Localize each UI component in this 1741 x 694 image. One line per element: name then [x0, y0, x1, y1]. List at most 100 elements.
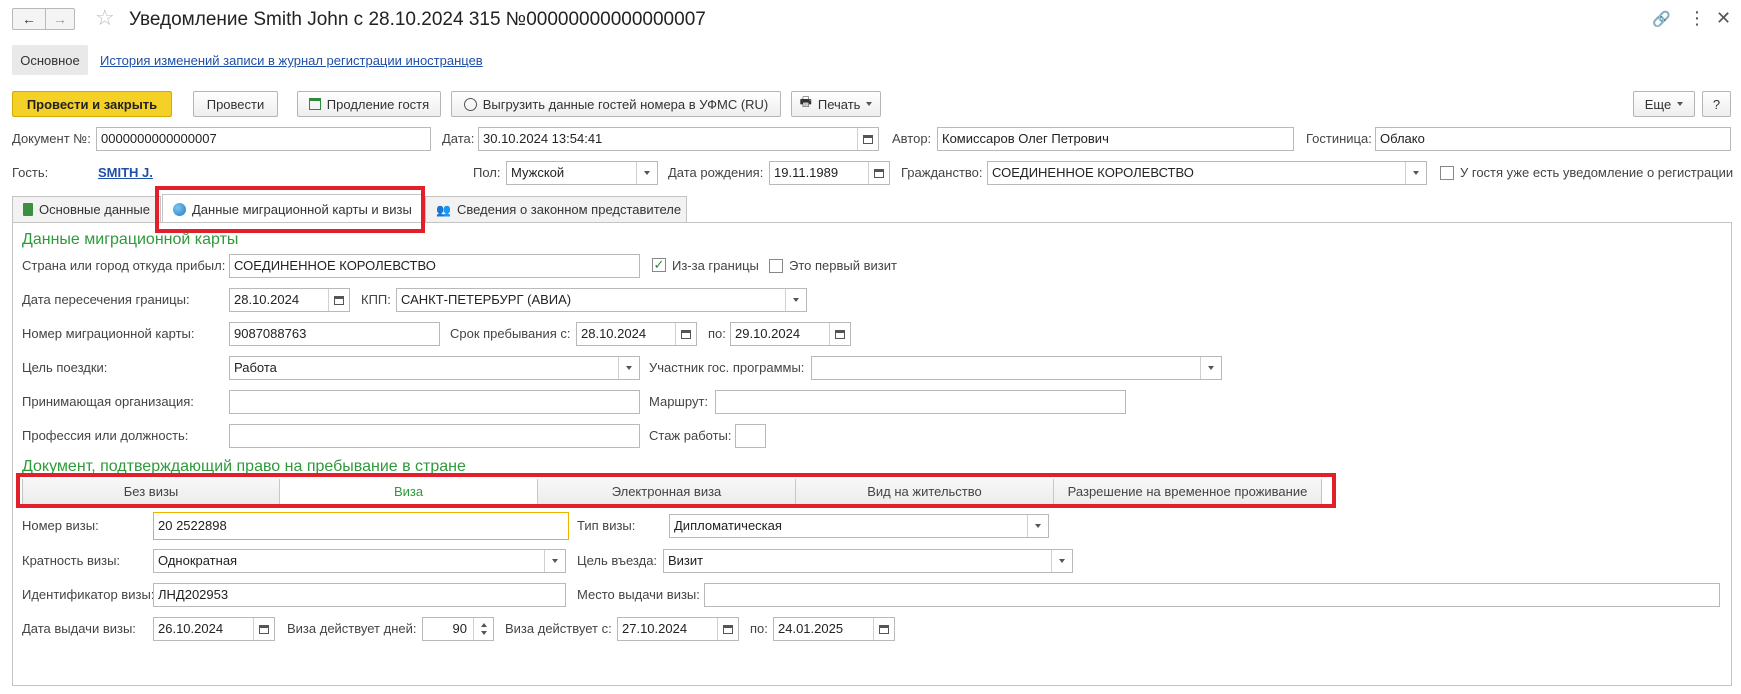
author-field[interactable]: Комиссаров Олег Петрович — [937, 127, 1294, 151]
has-notice-checkbox[interactable] — [1440, 166, 1454, 180]
guest-link[interactable]: SMITH J. — [98, 165, 153, 180]
stay-doc-option-visa[interactable]: Виза — [280, 479, 538, 504]
chevron-down-icon[interactable] — [636, 162, 657, 184]
sex-select[interactable]: Мужской — [506, 161, 658, 185]
chevron-down-icon[interactable] — [618, 357, 639, 379]
calendar-icon[interactable] — [717, 618, 738, 640]
entry-purpose-select[interactable]: Визит — [663, 549, 1073, 573]
purpose-select[interactable]: Работа — [229, 356, 640, 380]
experience-label: Стаж работы: — [649, 428, 732, 443]
stay-from-label: Срок пребывания с: — [450, 326, 571, 341]
hotel-field[interactable]: Облако — [1375, 127, 1731, 151]
calendar-icon[interactable] — [857, 128, 878, 150]
more-button[interactable]: Еще — [1633, 91, 1695, 117]
valid-from-field[interactable]: 27.10.2024 — [617, 617, 739, 641]
visa-multiplicity-select[interactable]: Однократная — [153, 549, 566, 573]
stay-doc-option-temp-residence[interactable]: Разрешение на временное проживание — [1054, 479, 1321, 504]
nav-tab-main[interactable]: Основное — [12, 45, 88, 75]
stepper-arrows-icon[interactable] — [473, 618, 493, 640]
tab-legal-representative-label: Сведения о законном представителе — [456, 202, 682, 217]
issue-date-field[interactable]: 26.10.2024 — [153, 617, 275, 641]
forward-button[interactable]: → — [45, 8, 75, 30]
stay-doc-option-residence-label: Вид на жительство — [867, 484, 982, 499]
post-close-label: Провести и закрыть — [26, 96, 158, 112]
hotel-value: Облако — [1380, 131, 1425, 146]
visa-id-value: ЛНД202953 — [158, 587, 229, 602]
visa-number-field[interactable]: 20 2522898 — [153, 512, 569, 540]
doc-number-field[interactable]: 0000000000000007 — [96, 127, 431, 151]
extend-guest-button[interactable]: Продление гостя — [297, 91, 441, 117]
abroad-checkbox[interactable]: ✓ — [652, 258, 666, 272]
chevron-down-icon[interactable] — [785, 289, 806, 311]
program-select[interactable] — [811, 356, 1222, 380]
sex-label: Пол: — [473, 165, 501, 180]
card-number-field[interactable]: 9087088763 — [229, 322, 440, 346]
upload-ufms-button[interactable]: Выгрузить данные гостей номера в УФМС (R… — [451, 91, 781, 117]
kpp-select[interactable]: САНКТ-ПЕТЕРБУРГ (АВИА) — [396, 288, 807, 312]
favorite-star-icon[interactable]: ☆ — [95, 6, 115, 30]
stay-doc-option-temp-residence-label: Разрешение на временное проживание — [1067, 484, 1308, 499]
printer-icon: 🖶 — [799, 94, 812, 109]
issue-date-label: Дата выдачи визы: — [22, 621, 136, 636]
post-button[interactable]: Провести — [193, 91, 278, 117]
calendar-icon[interactable] — [675, 323, 696, 345]
date-field[interactable]: 30.10.2024 13:54:41 — [478, 127, 879, 151]
help-button[interactable]: ? — [1702, 91, 1731, 117]
stay-doc-option-e-visa[interactable]: Электронная виза — [538, 479, 796, 504]
print-button[interactable]: 🖶 Печать — [791, 91, 881, 117]
chevron-down-icon[interactable] — [1405, 162, 1426, 184]
visa-id-field[interactable]: ЛНД202953 — [153, 583, 566, 607]
tab-basic-data[interactable]: Основные данные — [12, 196, 161, 222]
cross-date-field[interactable]: 28.10.2024 — [229, 288, 350, 312]
date-value: 30.10.2024 13:54:41 — [483, 131, 603, 146]
visa-place-field[interactable] — [704, 583, 1720, 607]
route-field[interactable] — [715, 390, 1126, 414]
experience-field[interactable] — [735, 424, 766, 448]
stay-from-value: 28.10.2024 — [581, 326, 647, 341]
issue-date-value: 26.10.2024 — [158, 621, 224, 636]
valid-days-stepper[interactable]: 90 — [422, 617, 494, 641]
stay-doc-option-residence[interactable]: Вид на жительство — [796, 479, 1054, 504]
chevron-down-icon[interactable] — [1200, 357, 1221, 379]
calendar-check-icon — [308, 98, 321, 110]
more-vertical-icon[interactable]: ⋮ — [1688, 8, 1706, 28]
birth-date-field[interactable]: 19.11.1989 — [769, 161, 890, 185]
nav-tab-history-link[interactable]: История изменений записи в журнал регист… — [100, 53, 483, 68]
stay-from-field[interactable]: 28.10.2024 — [576, 322, 697, 346]
calendar-icon[interactable] — [829, 323, 850, 345]
valid-days-value: 90 — [452, 621, 467, 636]
citizenship-select[interactable]: СОЕДИНЕННОЕ КОРОЛЕВСТВО — [987, 161, 1427, 185]
visa-place-label: Место выдачи визы: — [577, 587, 700, 602]
first-visit-checkbox[interactable] — [769, 259, 783, 273]
tab-legal-representative[interactable]: 👥 Сведения о законном представителе — [425, 196, 687, 222]
link-icon[interactable]: 🔗 — [1652, 10, 1671, 28]
stay-doc-section-title: Документ, подтверждающий право на пребыв… — [22, 458, 466, 475]
profession-field[interactable] — [229, 424, 640, 448]
purpose-value: Работа — [234, 360, 277, 375]
back-button[interactable]: ← — [12, 8, 46, 30]
chevron-down-icon[interactable] — [544, 550, 565, 572]
close-icon[interactable]: ✕ — [1716, 8, 1731, 28]
tab-basic-data-label: Основные данные — [38, 202, 150, 217]
from-field[interactable]: СОЕДИНЕННОЕ КОРОЛЕВСТВО — [229, 254, 640, 278]
calendar-icon[interactable] — [328, 289, 349, 311]
globe-icon — [173, 203, 186, 216]
arrow-right-icon: → — [53, 11, 67, 27]
valid-to-field[interactable]: 24.01.2025 — [773, 617, 895, 641]
kpp-value: САНКТ-ПЕТЕРБУРГ (АВИА) — [401, 292, 572, 307]
chevron-down-icon[interactable] — [1027, 515, 1048, 537]
stay-to-label: по: — [708, 326, 726, 341]
help-label: ? — [1712, 96, 1721, 112]
calendar-icon[interactable] — [868, 162, 889, 184]
chevron-down-icon[interactable] — [1051, 550, 1072, 572]
visa-type-select[interactable]: Дипломатическая — [669, 514, 1049, 538]
post-close-button[interactable]: Провести и закрыть — [12, 91, 172, 117]
visa-number-label: Номер визы: — [22, 518, 99, 533]
stay-to-field[interactable]: 29.10.2024 — [730, 322, 851, 346]
host-org-field[interactable] — [229, 390, 640, 414]
tab-migration-visa[interactable]: Данные миграционной карты и визы — [162, 194, 424, 224]
calendar-icon[interactable] — [253, 618, 274, 640]
calendar-icon[interactable] — [873, 618, 894, 640]
migration-section-title: Данные миграционной карты — [22, 231, 239, 248]
stay-doc-option-no-visa[interactable]: Без визы — [23, 479, 280, 504]
